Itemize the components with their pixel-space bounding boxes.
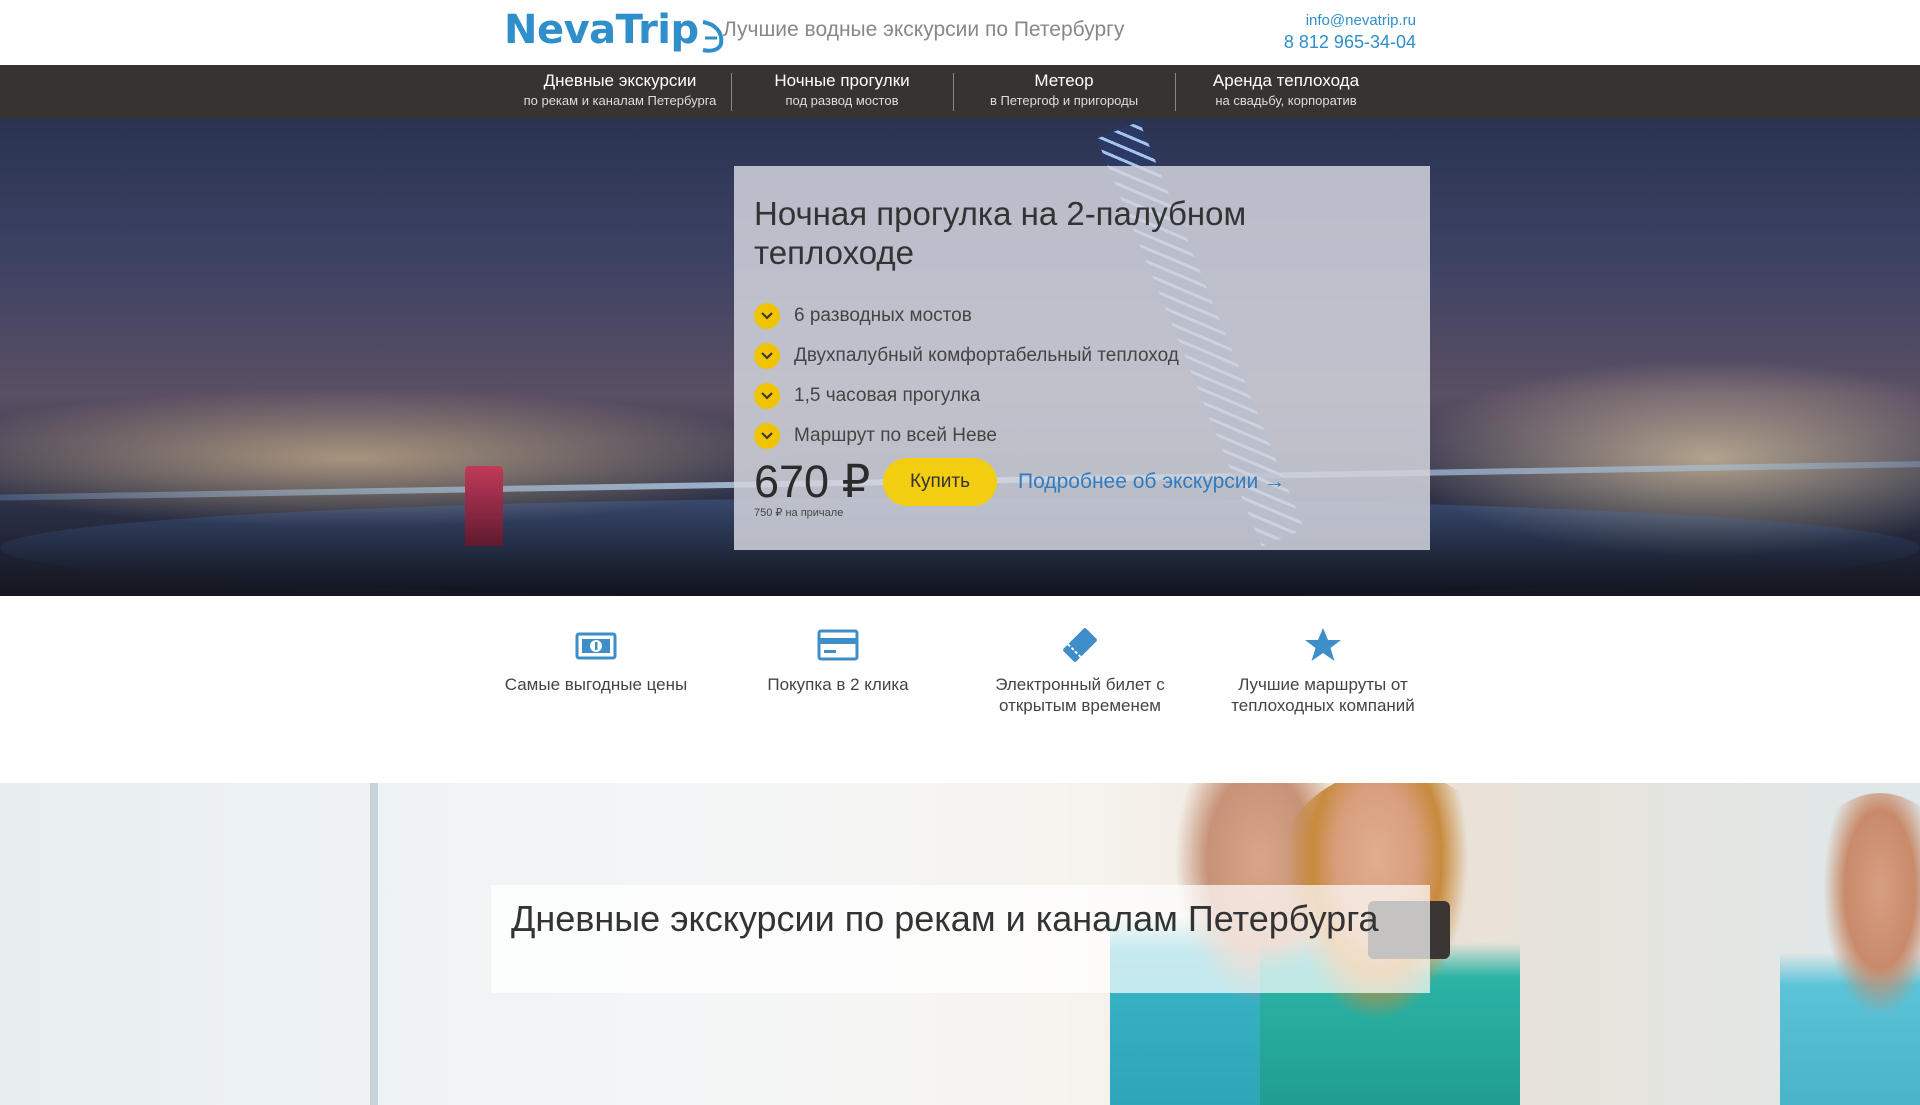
list-item: 1,5 часовая прогулка: [754, 376, 1410, 416]
tour-title: Ночная прогулка на 2-палубном теплоходе: [754, 195, 1247, 271]
list-item: 6 разводных мостов: [754, 296, 1410, 336]
logo-text: NevaTrip: [504, 7, 699, 53]
email-link[interactable]: info@nevatrip.ru: [1284, 12, 1416, 30]
background-person: [1780, 793, 1920, 1105]
ticket-icon: [1063, 628, 1097, 662]
tour-details-link[interactable]: Подробнее об экскурсии →: [1018, 470, 1285, 494]
nav-item-subtitle: под развод мостов: [785, 93, 899, 108]
list-item: Маршрут по всей Неве: [754, 416, 1410, 456]
phone-number[interactable]: 8 812 965-34-04: [1284, 30, 1416, 54]
nav-item-day-tours[interactable]: Дневные экскурсии по рекам и каналам Пет…: [509, 65, 731, 118]
benefit-item: Электронный билет с открытым временем: [970, 626, 1190, 716]
price-note: 750 ₽ на причале: [754, 507, 844, 519]
tour-features: 6 разводных мостов Двухпалубный комфорта…: [754, 296, 1410, 456]
bridge-tower: [465, 466, 503, 546]
chevron-down-icon: [754, 383, 780, 409]
site-header: NevaTrip Лучшие водные экскурсии по Пете…: [0, 0, 1920, 65]
chevron-down-icon: [754, 343, 780, 369]
nav-item-title: Ночные прогулки: [774, 71, 910, 90]
feature-label: 6 разводных мостов: [794, 305, 972, 326]
nav-item-title: Аренда теплохода: [1212, 71, 1360, 90]
tagline: Лучшие водные экскурсии по Петербургу: [723, 18, 1125, 41]
benefit-label: Самые выгодные цены: [504, 675, 688, 694]
feature-label: 1,5 часовая прогулка: [794, 385, 981, 406]
price: 670 ₽: [754, 456, 871, 507]
buy-row: 670 ₽ 750 ₽ на причале Купить Подробнее …: [754, 456, 1414, 526]
nav-item-title: Метеор: [1034, 71, 1094, 90]
nav-item-title: Дневные экскурсии: [543, 71, 697, 90]
benefit-item: Покупка в 2 клика: [728, 626, 948, 695]
feature-label: Маршрут по всей Неве: [794, 425, 997, 446]
benefit-label: Лучшие маршруты от теплоходных компаний: [1231, 675, 1415, 715]
nav-item-subtitle: на свадьбу, корпоратив: [1215, 93, 1357, 108]
benefit-label: Покупка в 2 клика: [767, 675, 909, 694]
feature-label: Двухпалубный комфортабельный теплоход: [794, 345, 1179, 366]
benefits-section: Самые выгодные цены Покупка в 2 клика Эл…: [0, 596, 1920, 783]
nav-item-night-tours[interactable]: Ночные прогулки под развод мостов: [731, 65, 953, 118]
logo[interactable]: NevaTrip: [504, 6, 727, 54]
hero-banner: Ночная прогулка на 2-палубном теплоходе …: [0, 118, 1920, 596]
credit-card-icon: [817, 629, 859, 661]
benefit-item: Лучшие маршруты от теплоходных компаний: [1213, 626, 1433, 716]
banknote-icon: [575, 632, 617, 660]
nav-item-meteor[interactable]: Метеор в Петергоф и пригороды: [953, 65, 1175, 118]
section-title: Дневные экскурсии по рекам и каналам Пет…: [511, 898, 1379, 939]
nav-item-subtitle: по рекам и каналам Петербурга: [523, 93, 717, 108]
chevron-down-icon: [754, 303, 780, 329]
nav-item-subtitle: в Петергоф и пригороды: [989, 93, 1139, 108]
background-post: [370, 783, 378, 1105]
list-item: Двухпалубный комфортабельный теплоход: [754, 336, 1410, 376]
day-tours-section: Дневные экскурсии по рекам и каналам Пет…: [0, 783, 1920, 1105]
buy-button[interactable]: Купить: [883, 458, 997, 506]
day-tours-card: Дневные экскурсии по рекам и каналам Пет…: [491, 885, 1430, 993]
chevron-down-icon: [754, 423, 780, 449]
star-icon: [1305, 628, 1341, 661]
benefit-item: Самые выгодные цены: [486, 626, 706, 695]
benefit-label: Электронный билет с открытым временем: [995, 675, 1165, 715]
contacts: info@nevatrip.ru 8 812 965-34-04: [1284, 12, 1416, 54]
nav-item-boat-rental[interactable]: Аренда теплохода на свадьбу, корпоратив: [1175, 65, 1397, 118]
tour-card: Ночная прогулка на 2-палубном теплоходе …: [734, 166, 1430, 550]
main-nav: Дневные экскурсии по рекам и каналам Пет…: [0, 65, 1920, 118]
